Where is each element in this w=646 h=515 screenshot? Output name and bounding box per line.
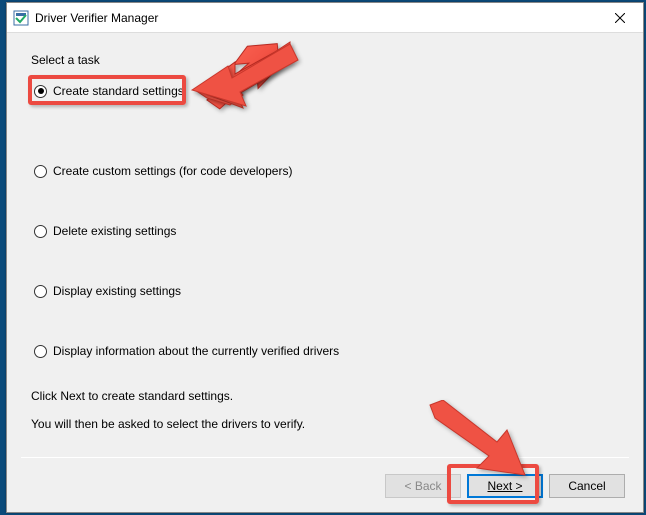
button-row: < Back Next > Cancel bbox=[385, 474, 625, 498]
radio-label: Display existing settings bbox=[53, 284, 181, 298]
back-button: < Back bbox=[385, 474, 461, 498]
window: Driver Verifier Manager Select a task Cr… bbox=[6, 2, 644, 513]
info-text-1: Click Next to create standard settings. bbox=[31, 389, 619, 403]
separator bbox=[21, 457, 629, 458]
next-button[interactable]: Next > bbox=[467, 474, 543, 498]
task-label: Select a task bbox=[31, 53, 619, 67]
info-text-2: You will then be asked to select the dri… bbox=[31, 417, 619, 431]
cancel-button[interactable]: Cancel bbox=[549, 474, 625, 498]
radio-create-standard[interactable]: Create standard settings bbox=[31, 81, 190, 101]
radio-icon bbox=[34, 165, 47, 178]
radio-label: Create standard settings bbox=[53, 84, 184, 98]
radio-display-info[interactable]: Display information about the currently … bbox=[31, 341, 619, 361]
radio-label: Display information about the currently … bbox=[53, 344, 339, 358]
radio-label: Create custom settings (for code develop… bbox=[53, 164, 292, 178]
radio-icon bbox=[34, 225, 47, 238]
app-icon bbox=[13, 10, 29, 26]
close-icon bbox=[615, 13, 625, 23]
radio-dot-icon bbox=[38, 88, 44, 94]
radio-label: Delete existing settings bbox=[53, 224, 176, 238]
titlebar: Driver Verifier Manager bbox=[7, 3, 643, 33]
radio-icon bbox=[34, 85, 47, 98]
radio-icon bbox=[34, 285, 47, 298]
radio-delete-existing[interactable]: Delete existing settings bbox=[31, 221, 619, 241]
window-title: Driver Verifier Manager bbox=[35, 11, 597, 25]
close-button[interactable] bbox=[597, 3, 643, 33]
radio-create-custom[interactable]: Create custom settings (for code develop… bbox=[31, 161, 619, 181]
client-area: Select a task Create standard settings C… bbox=[7, 33, 643, 512]
radio-icon bbox=[34, 345, 47, 358]
radio-display-existing[interactable]: Display existing settings bbox=[31, 281, 619, 301]
